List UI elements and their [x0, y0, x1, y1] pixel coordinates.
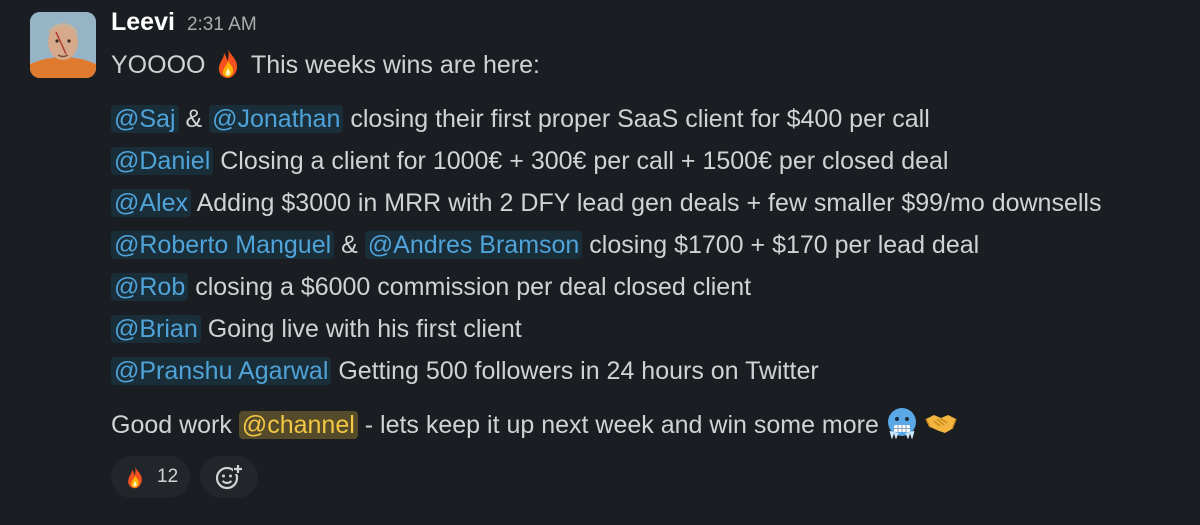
reactions-bar: 12: [111, 456, 1200, 498]
win-text: Closing a client for 1000€ + 300€ per ca…: [220, 147, 949, 175]
intro-line: YOOOO This weeks wins are here:: [111, 44, 1200, 86]
user-mention[interactable]: @Jonathan: [209, 105, 344, 133]
user-mention[interactable]: @Roberto Manguel: [111, 231, 335, 259]
win-item: @Alex Adding $3000 in MRR with 2 DFY lea…: [111, 182, 1200, 224]
intro-text: YOOOO: [111, 51, 206, 79]
add-reaction-button[interactable]: [200, 456, 259, 498]
reaction-count: 12: [157, 466, 179, 487]
channel-mention[interactable]: @channel: [238, 411, 358, 439]
add-reaction-icon: [216, 464, 244, 490]
message: Leevi 2:31 AM YOOOO This weeks wins are …: [0, 0, 1200, 525]
fire-emoji: [219, 49, 238, 78]
user-mention[interactable]: @Daniel: [111, 147, 214, 175]
message-content: Leevi 2:31 AM YOOOO This weeks wins are …: [111, 8, 1200, 498]
handshake-emoji: [925, 415, 957, 433]
wins-list: @Saj & @Jonathan closing their first pro…: [111, 98, 1200, 392]
win-text: Going live with his first client: [207, 315, 522, 343]
outro-text-after: - lets keep it up next week and win some…: [364, 411, 879, 439]
outro-text: Good work: [111, 411, 232, 439]
user-mention[interactable]: @Pranshu Agarwal: [111, 357, 332, 385]
win-item: @Saj & @Jonathan closing their first pro…: [111, 98, 1200, 140]
avatar[interactable]: [30, 12, 96, 78]
win-text: closing a $6000 commission per deal clos…: [195, 273, 752, 301]
win-item: @Pranshu Agarwal Getting 500 followers i…: [111, 350, 1200, 392]
win-text: Adding $3000 in MRR with 2 DFY lead gen …: [196, 189, 1102, 217]
user-mention[interactable]: @Brian: [111, 315, 201, 343]
user-mention[interactable]: @Rob: [111, 273, 189, 301]
user-mention[interactable]: @Saj: [111, 105, 179, 133]
reaction-fire[interactable]: 12: [111, 456, 191, 498]
win-item: @Rob closing a $6000 commission per deal…: [111, 266, 1200, 308]
win-item: @Daniel Closing a client for 1000€ + 300…: [111, 140, 1200, 182]
message-header: Leevi 2:31 AM: [111, 8, 1200, 44]
win-item: @Roberto Manguel & @Andres Bramson closi…: [111, 224, 1200, 266]
outro-line: Good work @channel - lets keep it up nex…: [111, 404, 1200, 446]
win-text: closing their first proper SaaS client f…: [350, 105, 930, 133]
win-text: Getting 500 followers in 24 hours on Twi…: [338, 357, 819, 385]
cold-face-emoji: [887, 408, 916, 439]
mention-joiner: &: [341, 231, 358, 259]
win-item: @Brian Going live with his first client: [111, 308, 1200, 350]
win-text: closing $1700 + $170 per lead deal: [589, 231, 980, 259]
fire-emoji: [128, 466, 142, 489]
intro-text-after: This weeks wins are here:: [250, 51, 540, 79]
mention-joiner: &: [185, 105, 203, 133]
timestamp[interactable]: 2:31 AM: [187, 14, 257, 36]
user-mention[interactable]: @Andres Bramson: [364, 231, 583, 259]
sender-name[interactable]: Leevi: [111, 8, 175, 37]
user-mention[interactable]: @Alex: [111, 189, 192, 217]
